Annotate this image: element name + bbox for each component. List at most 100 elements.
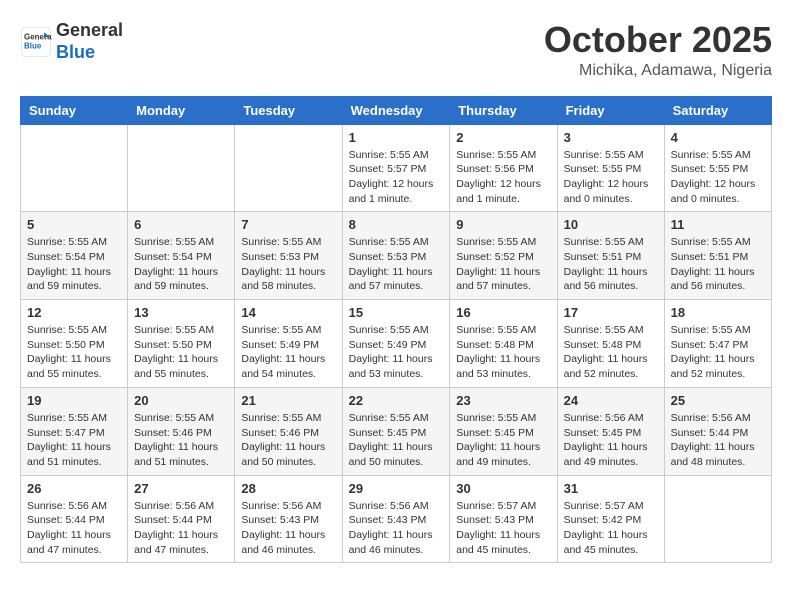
day-number: 1 [349,130,444,145]
day-info: Sunrise: 5:56 AMSunset: 5:43 PMDaylight:… [241,499,335,558]
column-header-thursday: Thursday [450,96,557,124]
day-number: 17 [564,305,658,320]
month-title: October 2025 [544,20,772,60]
calendar-cell: 11Sunrise: 5:55 AMSunset: 5:51 PMDayligh… [664,212,771,300]
day-info: Sunrise: 5:55 AMSunset: 5:49 PMDaylight:… [349,323,444,382]
day-number: 9 [456,217,550,232]
logo-icon: General Blue [20,26,52,58]
calendar-cell: 9Sunrise: 5:55 AMSunset: 5:52 PMDaylight… [450,212,557,300]
day-info: Sunrise: 5:55 AMSunset: 5:47 PMDaylight:… [671,323,765,382]
day-info: Sunrise: 5:56 AMSunset: 5:44 PMDaylight:… [134,499,228,558]
day-number: 14 [241,305,335,320]
column-header-friday: Friday [557,96,664,124]
calendar-cell: 29 Sunrise: 5:56 AMSunset: 5:43 PMDayligh… [342,475,450,563]
day-info: Sunrise: 5:55 AMSunset: 5:55 PMDaylight:… [564,148,658,207]
title-block: October 2025 Michika, Adamawa, Nigeria [544,20,772,80]
calendar-cell: 4 Sunrise: 5:55 AMSunset: 5:55 PMDaylight… [664,124,771,212]
calendar-cell: 3 Sunrise: 5:55 AMSunset: 5:55 PMDaylight… [557,124,664,212]
day-info: Sunrise: 5:56 AMSunset: 5:44 PMDaylight:… [671,411,765,470]
day-info: Sunrise: 5:55 AMSunset: 5:54 PMDaylight:… [27,235,121,294]
calendar-cell: 19 Sunrise: 5:55 AMSunset: 5:47 PMDayligh… [21,387,128,475]
day-info: Sunrise: 5:55 AMSunset: 5:46 PMDaylight:… [241,411,335,470]
day-number: 12 [27,305,121,320]
calendar-cell: 28 Sunrise: 5:56 AMSunset: 5:43 PMDayligh… [235,475,342,563]
day-number: 15 [349,305,444,320]
day-number: 19 [27,393,121,408]
calendar-cell: 20Sunrise: 5:55 AMSunset: 5:46 PMDayligh… [128,387,235,475]
column-header-monday: Monday [128,96,235,124]
calendar-cell: 15 Sunrise: 5:55 AMSunset: 5:49 PMDayligh… [342,300,450,388]
day-info: Sunrise: 5:55 AMSunset: 5:49 PMDaylight:… [241,323,335,382]
calendar-cell: 25 Sunrise: 5:56 AMSunset: 5:44 PMDayligh… [664,387,771,475]
day-number: 27 [134,481,228,496]
calendar-cell: 17 Sunrise: 5:55 AMSunset: 5:48 PMDayligh… [557,300,664,388]
calendar-cell [21,124,128,212]
day-info: Sunrise: 5:55 AMSunset: 5:45 PMDaylight:… [456,411,550,470]
calendar-header-row: SundayMondayTuesdayWednesdayThursdayFrid… [21,96,772,124]
calendar-cell: 23Sunrise: 5:55 AMSunset: 5:45 PMDayligh… [450,387,557,475]
day-info: Sunrise: 5:55 AMSunset: 5:51 PMDaylight:… [671,235,765,294]
calendar-cell: 26Sunrise: 5:56 AMSunset: 5:44 PMDayligh… [21,475,128,563]
column-header-sunday: Sunday [21,96,128,124]
day-number: 8 [349,217,444,232]
column-header-tuesday: Tuesday [235,96,342,124]
day-info: Sunrise: 5:55 AMSunset: 5:57 PMDaylight:… [349,148,444,207]
logo: General Blue General Blue [20,20,123,63]
day-info: Sunrise: 5:57 AMSunset: 5:43 PMDaylight:… [456,499,550,558]
column-header-wednesday: Wednesday [342,96,450,124]
calendar-week-2: 5 Sunrise: 5:55 AMSunset: 5:54 PMDaylight… [21,212,772,300]
day-number: 24 [564,393,658,408]
day-number: 29 [349,481,444,496]
day-number: 3 [564,130,658,145]
day-info: Sunrise: 5:55 AMSunset: 5:46 PMDaylight:… [134,411,228,470]
location: Michika, Adamawa, Nigeria [544,62,772,80]
calendar-cell [235,124,342,212]
day-info: Sunrise: 5:55 AMSunset: 5:45 PMDaylight:… [349,411,444,470]
calendar-cell: 1 Sunrise: 5:55 AMSunset: 5:57 PMDaylight… [342,124,450,212]
calendar-cell: 31Sunrise: 5:57 AMSunset: 5:42 PMDayligh… [557,475,664,563]
column-header-saturday: Saturday [664,96,771,124]
calendar-cell: 13Sunrise: 5:55 AMSunset: 5:50 PMDayligh… [128,300,235,388]
day-number: 22 [349,393,444,408]
day-number: 4 [671,130,765,145]
day-info: Sunrise: 5:55 AMSunset: 5:55 PMDaylight:… [671,148,765,207]
svg-text:Blue: Blue [24,41,42,50]
day-info: Sunrise: 5:55 AMSunset: 5:48 PMDaylight:… [564,323,658,382]
calendar-cell: 10 Sunrise: 5:55 AMSunset: 5:51 PMDayligh… [557,212,664,300]
calendar-cell: 24Sunrise: 5:56 AMSunset: 5:45 PMDayligh… [557,387,664,475]
day-info: Sunrise: 5:56 AMSunset: 5:43 PMDaylight:… [349,499,444,558]
calendar-cell: 8Sunrise: 5:55 AMSunset: 5:53 PMDaylight… [342,212,450,300]
calendar-cell [128,124,235,212]
calendar-cell: 18Sunrise: 5:55 AMSunset: 5:47 PMDayligh… [664,300,771,388]
calendar-cell: 7Sunrise: 5:55 AMSunset: 5:53 PMDaylight… [235,212,342,300]
calendar-cell: 22 Sunrise: 5:55 AMSunset: 5:45 PMDayligh… [342,387,450,475]
page-header: General Blue General Blue October 2025 M… [20,20,772,80]
calendar-cell: 2Sunrise: 5:55 AMSunset: 5:56 PMDaylight… [450,124,557,212]
day-info: Sunrise: 5:55 AMSunset: 5:56 PMDaylight:… [456,148,550,207]
logo-general-text: General [56,20,123,40]
calendar-cell [664,475,771,563]
calendar-week-5: 26Sunrise: 5:56 AMSunset: 5:44 PMDayligh… [21,475,772,563]
logo-blue-text: Blue [56,42,95,62]
day-number: 5 [27,217,121,232]
day-number: 13 [134,305,228,320]
day-number: 31 [564,481,658,496]
calendar-cell: 21 Sunrise: 5:55 AMSunset: 5:46 PMDayligh… [235,387,342,475]
day-number: 10 [564,217,658,232]
calendar-cell: 5 Sunrise: 5:55 AMSunset: 5:54 PMDaylight… [21,212,128,300]
day-info: Sunrise: 5:56 AMSunset: 5:44 PMDaylight:… [27,499,121,558]
day-number: 28 [241,481,335,496]
calendar-cell: 12Sunrise: 5:55 AMSunset: 5:50 PMDayligh… [21,300,128,388]
day-info: Sunrise: 5:55 AMSunset: 5:51 PMDaylight:… [564,235,658,294]
calendar-week-3: 12Sunrise: 5:55 AMSunset: 5:50 PMDayligh… [21,300,772,388]
day-info: Sunrise: 5:55 AMSunset: 5:54 PMDaylight:… [134,235,228,294]
calendar-cell: 14 Sunrise: 5:55 AMSunset: 5:49 PMDayligh… [235,300,342,388]
day-number: 25 [671,393,765,408]
day-number: 21 [241,393,335,408]
calendar-cell: 16 Sunrise: 5:55 AMSunset: 5:48 PMDayligh… [450,300,557,388]
day-info: Sunrise: 5:55 AMSunset: 5:47 PMDaylight:… [27,411,121,470]
day-info: Sunrise: 5:55 AMSunset: 5:48 PMDaylight:… [456,323,550,382]
day-number: 16 [456,305,550,320]
day-number: 30 [456,481,550,496]
calendar-cell: 27 Sunrise: 5:56 AMSunset: 5:44 PMDayligh… [128,475,235,563]
